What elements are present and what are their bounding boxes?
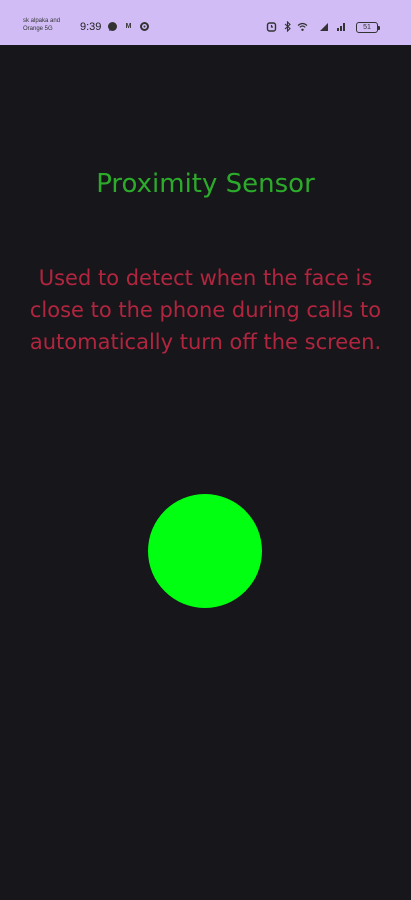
status-bar: sk alpaka and Orange 5G 9:39 M 51 [0, 0, 411, 45]
battery-icon: 51 [356, 22, 380, 33]
app-screen: sk alpaka and Orange 5G 9:39 M 51 Proxim… [0, 0, 411, 900]
page-title: Proximity Sensor [96, 169, 315, 199]
signal-icon [336, 21, 347, 32]
carrier-line-2: Orange 5G [23, 26, 53, 32]
status-clock: 9:39 [80, 21, 102, 33]
gmail-icon: M [125, 23, 132, 30]
whatsapp-icon [107, 21, 118, 32]
proximity-indicator [148, 494, 262, 608]
bluetooth-icon [282, 20, 293, 33]
sim-icon [318, 21, 329, 32]
gear-icon [139, 21, 150, 32]
carrier-info: sk alpaka and Orange 5G [23, 17, 83, 33]
sensor-description: Used to detect when the face is close to… [29, 266, 382, 354]
carrier-line-1: sk alpaka and [23, 18, 61, 24]
alarm-icon [266, 21, 277, 32]
wifi-icon [297, 21, 308, 32]
